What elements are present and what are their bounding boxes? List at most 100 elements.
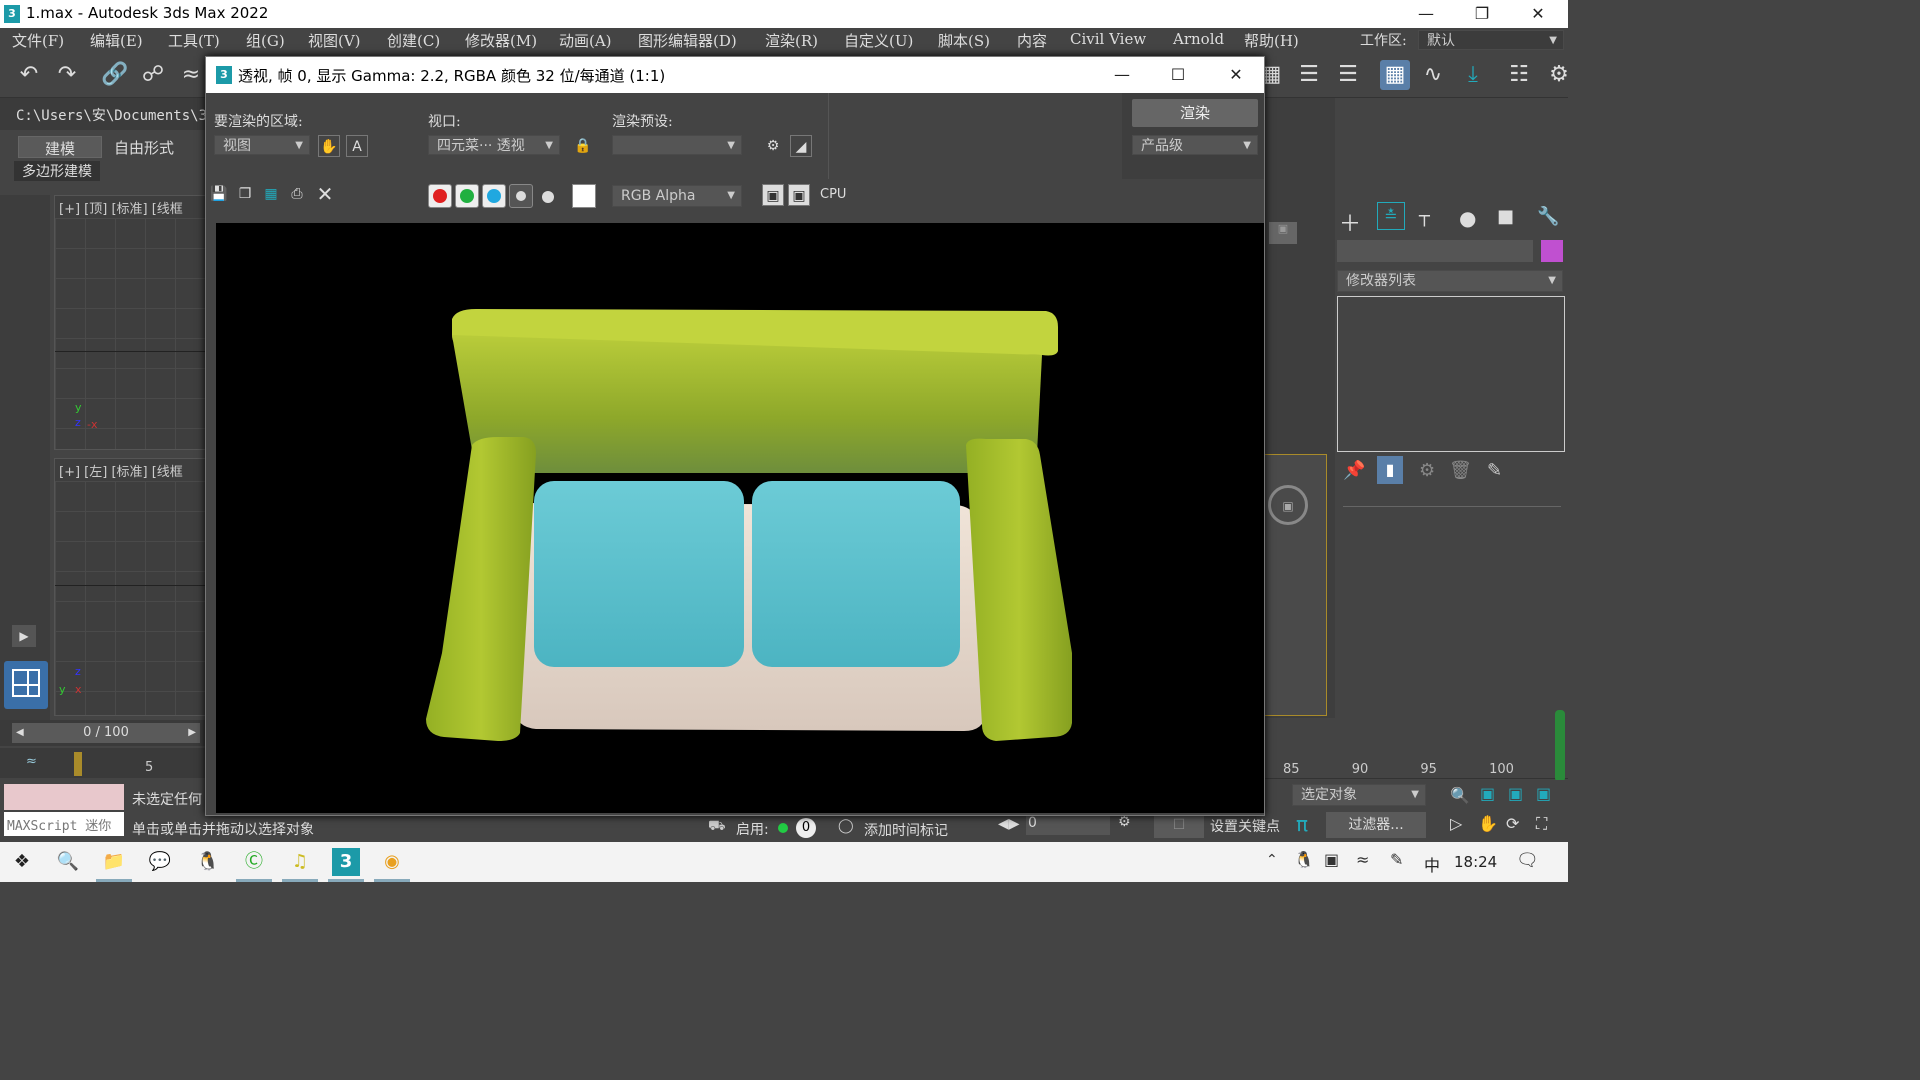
- 3dsmax-taskbar-icon[interactable]: 3: [328, 848, 364, 882]
- render-close-button[interactable]: ✕: [1208, 61, 1264, 89]
- create-tab-icon[interactable]: ＋: [1339, 206, 1361, 238]
- tab-modeling[interactable]: 建模: [18, 136, 102, 158]
- modify-tab-icon[interactable]: ≛: [1377, 202, 1405, 230]
- enable-count-badge[interactable]: 0: [796, 818, 816, 838]
- blue-channel-toggle[interactable]: [482, 184, 506, 208]
- file-explorer-icon[interactable]: 📁: [96, 848, 132, 882]
- viewport-perspective-edge[interactable]: ▣: [1263, 454, 1327, 716]
- layer-explorer-icon[interactable]: ☰: [1333, 60, 1363, 90]
- selected-object-dropdown[interactable]: 选定对象 ▼: [1292, 784, 1426, 806]
- render-canvas[interactable]: [216, 223, 1264, 813]
- motion-tab-icon[interactable]: ●: [1459, 206, 1476, 230]
- schematic-view-icon[interactable]: ⤓: [1458, 60, 1488, 90]
- menu-file[interactable]: 文件(F): [12, 30, 64, 51]
- time-config-icon[interactable]: ⚙: [1118, 814, 1131, 830]
- modifier-stack[interactable]: [1337, 296, 1565, 452]
- show-end-result-icon[interactable]: ▮: [1377, 456, 1403, 484]
- green-channel-toggle[interactable]: [455, 184, 479, 208]
- configure-modifier-sets-icon[interactable]: ✎: [1487, 460, 1502, 481]
- tab-freeform[interactable]: 自由形式: [104, 136, 184, 158]
- key-filters-icon[interactable]: π: [1296, 812, 1308, 836]
- menu-rendering[interactable]: 渲染(R): [765, 30, 818, 51]
- channel-display-dropdown[interactable]: RGB Alpha ▼: [612, 185, 742, 207]
- modifier-list-dropdown[interactable]: 修改器列表 ▼: [1337, 270, 1563, 292]
- set-key-label[interactable]: 设置关键点: [1210, 816, 1280, 836]
- filters-button[interactable]: 过滤器...: [1326, 812, 1426, 838]
- clear-icon[interactable]: ✕: [314, 183, 336, 205]
- toggle-ui-overlay-icon[interactable]: ▣: [788, 184, 810, 206]
- background-color-swatch[interactable]: [572, 184, 596, 208]
- scroll-handle[interactable]: [1555, 710, 1565, 782]
- area-dropdown[interactable]: 视图 ▼: [214, 135, 310, 155]
- hierarchy-tab-icon[interactable]: ┬: [1419, 206, 1430, 227]
- copy-image-icon[interactable]: ❐: [234, 183, 256, 205]
- toggle-ui-icon[interactable]: ▣: [762, 184, 784, 206]
- alpha-channel-toggle[interactable]: [509, 184, 533, 208]
- display-tab-icon[interactable]: ■: [1497, 206, 1514, 227]
- time-tag-icon[interactable]: ◯: [838, 818, 854, 834]
- bind-spacewarp-icon[interactable]: ≈: [176, 60, 206, 90]
- redo-icon[interactable]: ↷: [52, 60, 82, 90]
- pin-stack-icon[interactable]: 📌: [1343, 460, 1365, 481]
- add-time-tag[interactable]: 添加时间标记: [864, 820, 948, 840]
- viewport-layout-icon[interactable]: [4, 661, 48, 709]
- menu-help[interactable]: 帮助(H): [1244, 30, 1299, 51]
- environment-effects-icon[interactable]: ◢: [790, 135, 812, 157]
- render-setup-icon[interactable]: ⚙: [1544, 60, 1574, 90]
- menu-group[interactable]: 组(G): [246, 30, 285, 51]
- viewport-dropdown[interactable]: 四元菜··· 透视 ▼: [428, 135, 560, 155]
- scene-explorer-icon[interactable]: ☰: [1294, 60, 1324, 90]
- viewport-left-label[interactable]: [+] [左] [标准] [线框: [59, 461, 183, 480]
- viewcube-icon[interactable]: ▣: [1269, 222, 1297, 244]
- preset-dropdown[interactable]: ▼: [612, 135, 742, 155]
- menu-content[interactable]: 内容: [1017, 30, 1047, 51]
- auto-region-icon[interactable]: A: [346, 135, 368, 157]
- utilities-tab-icon[interactable]: 🔧: [1537, 206, 1559, 227]
- time-slider[interactable]: ◀ 0 / 100 ▶: [12, 723, 200, 743]
- menu-tools[interactable]: 工具(T): [168, 30, 220, 51]
- monochrome-toggle[interactable]: [542, 191, 554, 203]
- save-image-icon[interactable]: 💾: [208, 183, 230, 205]
- maximize-button[interactable]: ❐: [1454, 0, 1510, 28]
- clone-frame-icon[interactable]: ▦: [260, 183, 282, 205]
- print-image-icon[interactable]: ⎙: [286, 183, 308, 205]
- curve-editor-icon[interactable]: ∿: [1418, 60, 1448, 90]
- search-icon[interactable]: 🔍: [54, 848, 82, 876]
- render-button[interactable]: 渲染: [1132, 99, 1258, 127]
- fov-icon[interactable]: ▷: [1450, 814, 1462, 833]
- battery-icon[interactable]: ▣: [1324, 850, 1339, 869]
- wechat-icon[interactable]: 💬: [146, 848, 174, 876]
- start-icon[interactable]: ❖: [8, 848, 36, 876]
- menu-civil-view[interactable]: Civil View: [1070, 30, 1146, 48]
- isolate-icon[interactable]: ⛟: [708, 818, 726, 836]
- ime-indicator[interactable]: 中: [1424, 852, 1440, 876]
- tab-polygon-modeling[interactable]: 多边形建模: [14, 161, 100, 181]
- red-channel-toggle[interactable]: [428, 184, 452, 208]
- material-editor-icon[interactable]: ☷: [1504, 60, 1534, 90]
- menu-edit[interactable]: 编辑(E): [90, 30, 143, 51]
- maxscript-listener-pink[interactable]: [4, 784, 124, 810]
- tray-chevron-icon[interactable]: ⌃: [1266, 852, 1278, 868]
- toggle-ribbon-icon[interactable]: ▦: [1380, 60, 1410, 90]
- render-minimize-button[interactable]: —: [1094, 61, 1150, 89]
- tray-qq-icon[interactable]: 🐧: [1294, 850, 1314, 869]
- track-ruler[interactable]: ≈ 5: [0, 748, 210, 778]
- zoom-extents-all-icon[interactable]: ▣: [1536, 784, 1551, 803]
- zoom-all-icon[interactable]: ▣: [1480, 784, 1495, 803]
- pen-icon[interactable]: ✎: [1390, 850, 1403, 869]
- menu-graph-editors[interactable]: 图形编辑器(D): [638, 30, 737, 51]
- zoom-icon[interactable]: 🔍: [1450, 786, 1470, 805]
- remove-modifier-icon[interactable]: 🗑: [1449, 460, 1472, 481]
- clock[interactable]: 18:24: [1454, 853, 1497, 871]
- zoom-extents-icon[interactable]: ▣: [1508, 784, 1523, 803]
- app-icon-orange[interactable]: ◉: [374, 848, 410, 882]
- menu-modifiers[interactable]: 修改器(M): [465, 30, 537, 51]
- menu-create[interactable]: 创建(C): [387, 30, 440, 51]
- close-button[interactable]: ✕: [1510, 0, 1566, 28]
- quality-dropdown[interactable]: 产品级 ▼: [1132, 135, 1258, 155]
- notifications-icon[interactable]: 🗨: [1516, 850, 1539, 871]
- viewport-top-label[interactable]: [+] [顶] [标准] [线框: [59, 198, 183, 217]
- play-icon[interactable]: ▶: [12, 625, 36, 647]
- menu-arnold[interactable]: Arnold: [1173, 30, 1224, 48]
- wifi-icon[interactable]: ≈: [1356, 850, 1369, 869]
